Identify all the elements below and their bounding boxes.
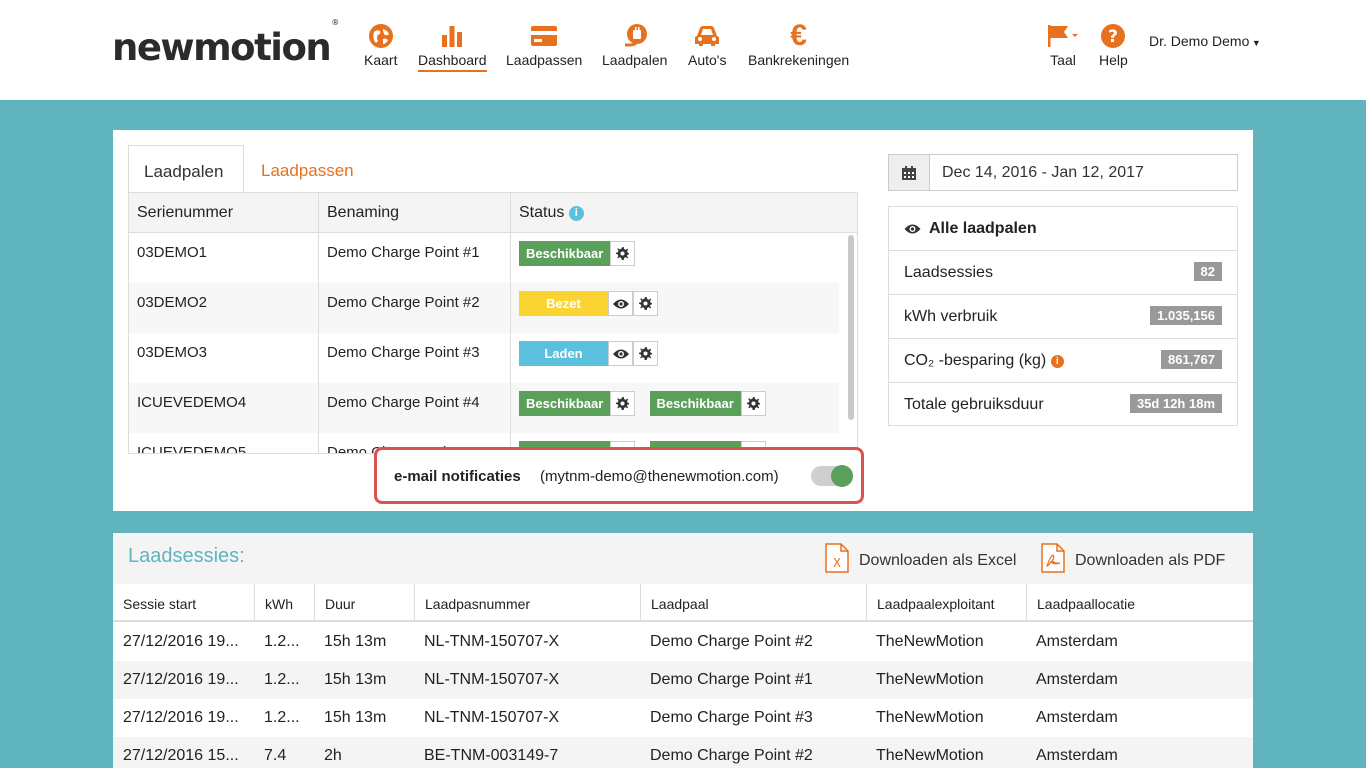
col-kwh[interactable]: kWh: [254, 584, 314, 622]
col-serienummer[interactable]: Serienummer: [129, 193, 319, 233]
col-laadpaal[interactable]: Laadpaal: [640, 584, 866, 622]
table-row: 03DEMO1 Demo Charge Point #1 Beschikbaar: [129, 233, 839, 283]
stat-value: 1.035,156: [1150, 306, 1222, 325]
stat-row: kWh verbruik 1.035,156: [889, 294, 1237, 338]
stat-value: 35d 12h 18m: [1129, 394, 1222, 413]
col-sessie-start[interactable]: Sessie start: [113, 584, 254, 622]
excel-file-icon: X: [825, 543, 849, 578]
eye-icon[interactable]: [608, 291, 633, 316]
euro-icon: €: [790, 19, 807, 52]
stat-value: 82: [1193, 262, 1222, 281]
status-badge: Bezet: [519, 291, 608, 316]
nav-dashboard[interactable]: Dashboard: [418, 22, 487, 72]
toggle-knob: [831, 465, 853, 487]
caret-down-icon: ▼: [1249, 38, 1261, 48]
stats-title: Alle laadpalen: [904, 220, 1037, 238]
pdf-file-icon: [1041, 543, 1065, 578]
charge-points-table: Serienummer Benaming Status i 03DEMO1 De…: [128, 192, 858, 454]
col-duur[interactable]: Duur: [314, 584, 414, 622]
col-laadpaallocatie[interactable]: Laadpaallocatie: [1026, 584, 1253, 622]
nav-help[interactable]: ? Help: [1099, 22, 1128, 68]
stat-row: Totale gebruiksduur 35d 12h 18m: [889, 382, 1237, 426]
table-row: 03DEMO2 Demo Charge Point #2 Bezet: [129, 283, 839, 333]
nav-autos[interactable]: Auto's: [688, 22, 726, 68]
col-laadpasnummer[interactable]: Laadpasnummer: [414, 584, 640, 622]
stat-row: CO₂ -besparing (kg) i 861,767: [889, 338, 1237, 382]
stat-row: Laadsessies 82: [889, 250, 1237, 294]
table-row: ICUEVEDEMO4 Demo Charge Point #4 Beschik…: [129, 383, 839, 433]
nav-taal[interactable]: Taal: [1046, 22, 1080, 68]
help-icon: ?: [1099, 22, 1127, 50]
notifications-label: e-mail notificaties: [394, 468, 521, 485]
date-range-picker[interactable]: Dec 14, 2016 - Jan 12, 2017: [888, 154, 1238, 191]
sessions-header: Laadsessies: X Downloaden als Excel Down…: [113, 533, 1253, 584]
notifications-toggle[interactable]: [811, 465, 853, 487]
date-range-value: Dec 14, 2016 - Jan 12, 2017: [942, 164, 1144, 181]
svg-text:X: X: [833, 556, 841, 570]
newmotion-logo[interactable]: newmotion®: [112, 18, 339, 69]
top-header: newmotion® Kaart Dashboard Laadpassen La…: [0, 0, 1366, 100]
status-badge: Beschikbaar: [649, 391, 741, 416]
tab-laadpalen[interactable]: Laadpalen: [128, 145, 244, 194]
gear-icon[interactable]: [610, 241, 636, 266]
svg-text:?: ?: [1108, 27, 1118, 47]
charge-point-icon: [621, 22, 649, 50]
download-pdf-button[interactable]: Downloaden als PDF: [1041, 543, 1225, 578]
nav-laadpassen[interactable]: Laadpassen: [506, 22, 582, 68]
status-badge-group: Bezet: [519, 291, 658, 316]
table-header: Serienummer Benaming Status i: [129, 193, 857, 233]
status-badge-group: Beschikbaar: [519, 241, 636, 266]
car-icon: [693, 22, 721, 50]
user-menu[interactable]: Dr. Demo Demo ▼: [1149, 33, 1261, 49]
globe-icon: [367, 22, 395, 50]
status-badge-group: Beschikbaar: [649, 391, 766, 416]
eye-icon: [904, 223, 921, 235]
stats-panel: Alle laadpalen Laadsessies 82 kWh verbru…: [888, 206, 1238, 426]
flag-icon: [1046, 22, 1080, 50]
table-row[interactable]: 27/12/2016 19... 1.2... 15h 13m NL-TNM-1…: [113, 699, 1253, 737]
sessions-panel: Laadsessies: X Downloaden als Excel Down…: [113, 533, 1253, 768]
sessions-title: Laadsessies:: [128, 545, 245, 567]
nav-bankrekeningen[interactable]: € Bankrekeningen: [748, 19, 849, 68]
col-benaming[interactable]: Benaming: [319, 193, 511, 233]
info-icon[interactable]: i: [1050, 355, 1064, 368]
info-icon[interactable]: i: [568, 206, 584, 221]
col-laadpaalexploitant[interactable]: Laadpaalexploitant: [866, 584, 1026, 622]
status-badge: Laden: [519, 341, 608, 366]
nav-kaart[interactable]: Kaart: [364, 22, 397, 68]
nav-laadpalen[interactable]: Laadpalen: [602, 22, 667, 68]
charge-points-panel: Laadpalen Laadpassen Serienummer Benamin…: [113, 130, 1253, 511]
status-badge-group: Laden: [519, 341, 658, 366]
calendar-icon[interactable]: [889, 155, 930, 190]
tab-laadpassen[interactable]: Laadpassen: [246, 145, 369, 193]
table-row[interactable]: 27/12/2016 15... 7.4 2h BE-TNM-003149-7 …: [113, 737, 1253, 768]
gear-icon[interactable]: [633, 341, 658, 366]
bar-chart-icon: [438, 22, 466, 50]
card-icon: [530, 22, 558, 50]
table-row[interactable]: 27/12/2016 19... 1.2... 15h 13m NL-TNM-1…: [113, 661, 1253, 699]
status-badge-group: Beschikbaar: [519, 391, 636, 416]
table-row[interactable]: 27/12/2016 19... 1.2... 15h 13m NL-TNM-1…: [113, 623, 1253, 661]
table-row: 03DEMO3 Demo Charge Point #3 Laden: [129, 333, 839, 383]
table-scrollbar[interactable]: [848, 235, 854, 420]
status-badge: Beschikbaar: [519, 391, 611, 416]
eye-icon[interactable]: [608, 341, 633, 366]
gear-icon[interactable]: [633, 291, 658, 316]
email-notifications-box: e-mail notificaties (mytnm-demo@thenewmo…: [374, 447, 864, 504]
gear-icon[interactable]: [740, 391, 766, 416]
stat-value: 861,767: [1161, 350, 1222, 369]
col-status[interactable]: Status i: [511, 193, 857, 233]
status-badge: Beschikbaar: [519, 241, 611, 266]
table-header: Sessie start kWh Duur Laadpasnummer Laad…: [113, 584, 1253, 622]
download-excel-button[interactable]: X Downloaden als Excel: [825, 543, 1016, 578]
notifications-email: (mytnm-demo@thenewmotion.com): [540, 468, 779, 485]
gear-icon[interactable]: [610, 391, 636, 416]
